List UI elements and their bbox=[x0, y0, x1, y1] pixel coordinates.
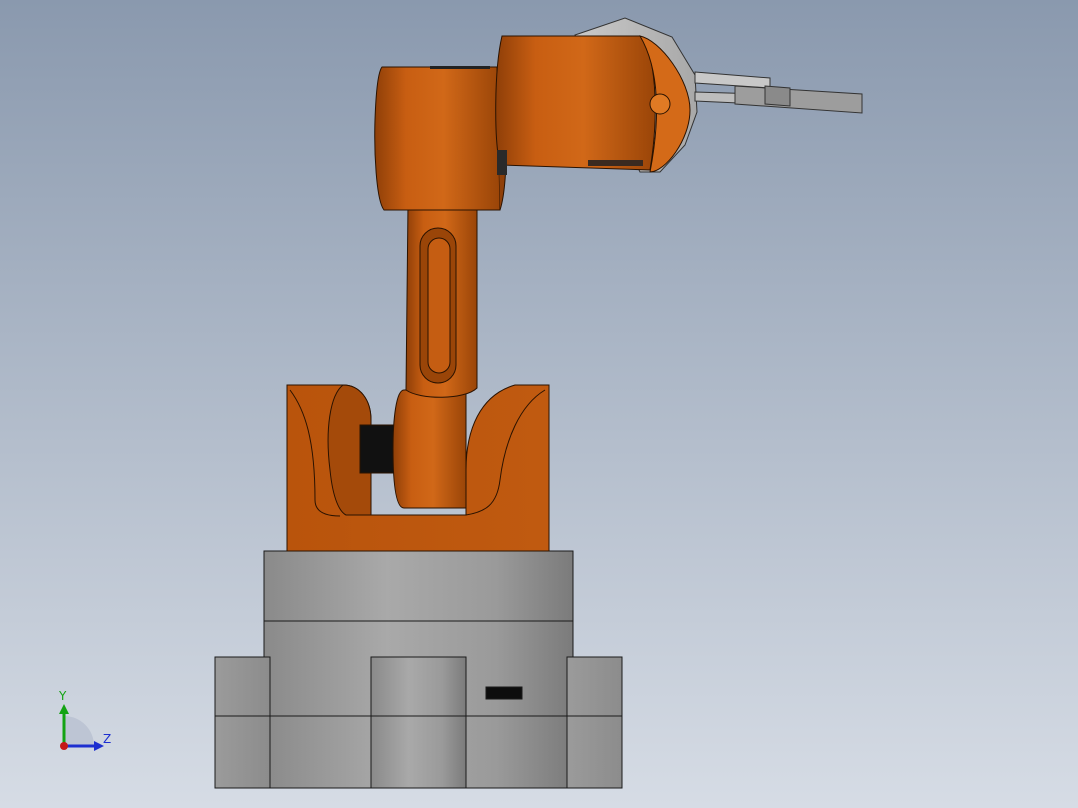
base-front-cylinder[interactable] bbox=[370, 656, 467, 789]
elbow-left-cylinder[interactable] bbox=[374, 66, 501, 211]
robot-shoulder[interactable] bbox=[286, 384, 550, 552]
base-right-foot[interactable] bbox=[566, 656, 623, 789]
z-axis-label: Z bbox=[103, 732, 111, 746]
y-axis-label: Y bbox=[58, 689, 67, 703]
base-left-foot[interactable] bbox=[214, 656, 271, 789]
cad-viewport[interactable]: Y Z bbox=[0, 0, 1078, 808]
robot-upper-arm[interactable] bbox=[405, 199, 478, 398]
shoulder-motor bbox=[359, 424, 399, 474]
robot-elbow[interactable] bbox=[374, 66, 507, 211]
base-slot bbox=[485, 686, 523, 700]
wrist-pin bbox=[649, 93, 671, 115]
shoulder-joint[interactable] bbox=[392, 389, 467, 509]
base-upper-cylinder[interactable] bbox=[263, 550, 574, 622]
forearm-cylinder[interactable] bbox=[495, 35, 656, 171]
x-axis-dot bbox=[60, 742, 68, 750]
robot-base[interactable] bbox=[214, 550, 623, 789]
